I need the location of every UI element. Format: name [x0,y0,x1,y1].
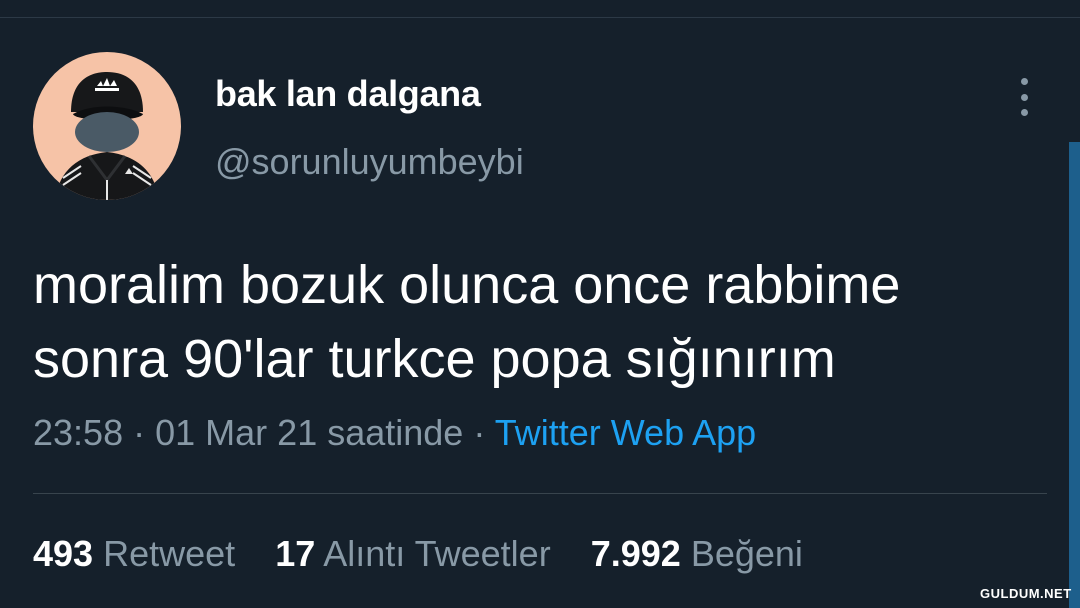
tweet-date[interactable]: 01 Mar 21 saatinde [155,412,463,453]
top-divider [0,17,1080,18]
like-count: 7.992 [590,533,681,574]
dot [1020,93,1028,101]
quote-label: Alıntı Tweetler [323,533,551,574]
user-handle[interactable]: @sorunluyumbeybi [215,141,524,183]
retweet-count: 493 [33,533,94,574]
display-name[interactable]: bak lan dalgana [215,73,481,115]
more-vertical-icon[interactable] [1010,78,1038,116]
like-label: Beğeni [690,533,803,574]
separator: · [133,412,146,453]
tweet-text: moralim bozuk olunca once rabbime sonra … [33,248,1043,396]
retweet-label: Retweet [103,533,236,574]
stats-divider [33,493,1047,494]
source-link[interactable]: Twitter Web App [495,412,756,453]
tweet-text-line: sonra 90'lar turkce popa sığınırım [33,329,836,389]
scrollbar[interactable] [1069,142,1080,608]
tweet-text-line: moralim bozuk olunca once rabbime [33,255,901,315]
tweet-time[interactable]: 23:58 [33,412,123,453]
dot [1020,109,1028,116]
watermark: GULDUM.NET [980,586,1072,601]
retweet-stat[interactable]: 493 Retweet [33,533,235,574]
tweet-stats: 493 Retweet 17 Alıntı Tweetler 7.992 Beğ… [33,533,833,575]
avatar-image [55,72,159,200]
tweet-meta: 23:58 · 01 Mar 21 saatinde · Twitter Web… [33,412,756,454]
quote-stat[interactable]: 17 Alıntı Tweetler [275,533,551,574]
like-stat[interactable]: 7.992 Beğeni [591,533,803,574]
avatar[interactable] [33,52,181,200]
dot [1020,78,1028,85]
quote-count: 17 [275,533,316,574]
separator: · [473,412,486,453]
